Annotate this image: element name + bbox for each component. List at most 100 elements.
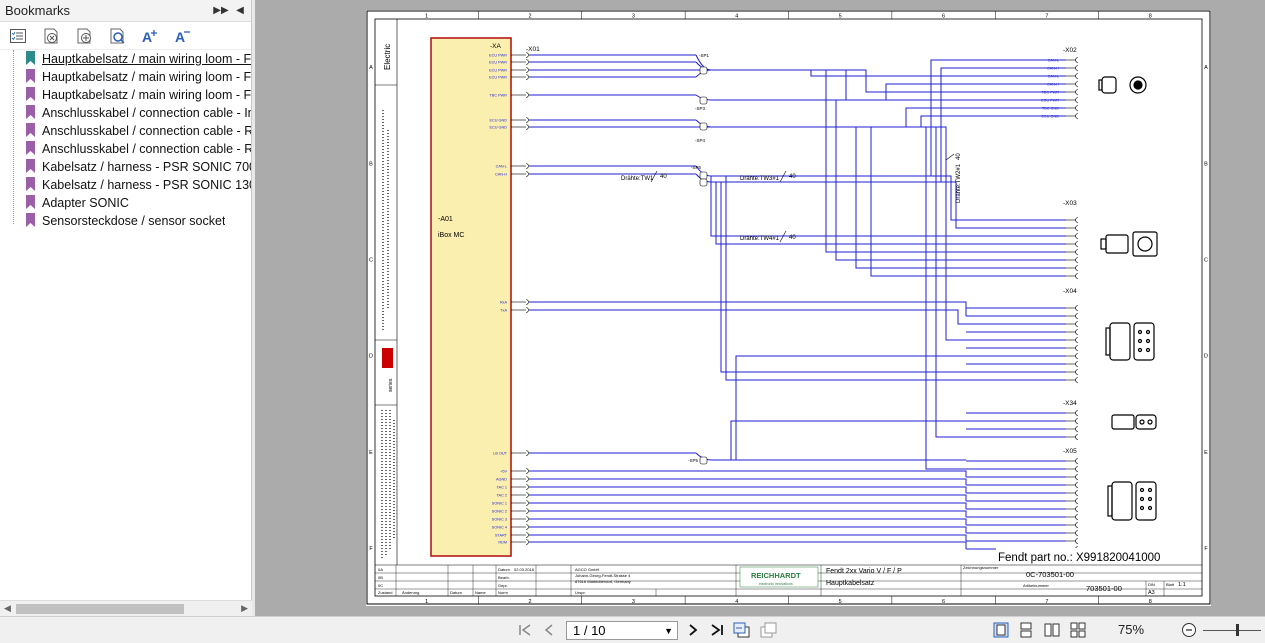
column-number: 6 <box>942 599 945 605</box>
splice-1: -SP1 <box>699 53 710 58</box>
go-back-view-icon[interactable] <box>733 621 751 639</box>
module-ref: -A01 <box>438 216 453 223</box>
single-page-view-icon[interactable] <box>992 621 1010 639</box>
new-bookmark-icon[interactable] <box>74 26 94 46</box>
plug-x01: -X01 <box>526 46 540 53</box>
column-number: 1 <box>425 599 428 605</box>
bookmark-icon <box>26 141 35 155</box>
first-page-button[interactable] <box>516 621 534 639</box>
xa-pin-label: TAC 2 <box>497 494 507 498</box>
decrease-text-size-icon[interactable]: A <box>173 26 193 46</box>
xa-pin-label: ECU GND <box>489 119 507 123</box>
next-page-button[interactable] <box>684 621 702 639</box>
continuous-facing-view-icon[interactable] <box>1069 621 1087 639</box>
column-number: 3 <box>632 14 635 20</box>
edit-label: Bearb. <box>498 575 510 580</box>
row-letter: B <box>369 161 373 167</box>
orig-label: Urspr. <box>575 590 586 595</box>
drawing-number: 0C-703501-00 <box>1026 570 1074 579</box>
facing-view-icon[interactable] <box>1043 621 1061 639</box>
bookmark-item[interactable]: Hauptkabelsatz / main wiring loom - FE <box>0 50 251 68</box>
bookmarks-horizontal-scrollbar[interactable]: ◀ ▶ <box>0 600 252 616</box>
xa-pin-label: SONIC 4 <box>492 526 507 530</box>
svg-text:A: A <box>175 29 185 44</box>
document-view[interactable]: 12345678 12345678 ABCDEF ABCDEF Electric… <box>256 0 1265 616</box>
zoom-slider[interactable] <box>1203 630 1261 631</box>
scroll-left-icon[interactable]: ◀ <box>4 603 11 614</box>
xa-pin-label: TxA <box>500 309 507 313</box>
date-label: Datum <box>498 567 510 572</box>
last-page-button[interactable] <box>708 621 726 639</box>
x02-pin-label: ECU PWR <box>1041 99 1059 103</box>
wire-label-tw2-count: 40 <box>956 153 962 160</box>
increase-text-size-icon[interactable]: A <box>140 26 160 46</box>
previous-page-button[interactable] <box>540 621 558 639</box>
find-bookmark-icon[interactable] <box>107 26 127 46</box>
x02-pin-label: CAN-L <box>1048 59 1059 63</box>
bookmark-item[interactable]: Anschlusskabel / connection cable - RT <box>0 122 251 140</box>
wire-label-tw1: Drähte:TW1 <box>621 176 654 182</box>
bookmark-icon <box>26 87 35 101</box>
x02-pin-label: ECU GND <box>1041 115 1059 119</box>
bookmarks-title: Bookmarks <box>5 3 71 18</box>
bookmark-item[interactable]: Adapter SONIC <box>0 194 251 212</box>
rev-a: 0A <box>378 567 383 572</box>
rev-b: 0B <box>378 575 383 580</box>
logo-text: REICHHARDT <box>751 571 801 580</box>
row-letter: E <box>369 450 373 456</box>
navigation-bar: 1 / 10 ▼ 75% <box>0 616 1265 643</box>
column-number: 5 <box>839 599 842 605</box>
xa-pin-label: TAC 1 <box>497 486 507 490</box>
column-number: 5 <box>839 14 842 20</box>
wire-label-tw3-count: 40 <box>789 174 796 180</box>
xa-pin-label: AGND <box>496 478 507 482</box>
bookmark-item[interactable]: Anschlusskabel / connection cable - In <box>0 104 251 122</box>
scrollbar-thumb[interactable] <box>16 604 184 614</box>
bookmark-options-icon[interactable] <box>8 26 28 46</box>
splice-3: -SP3 <box>695 106 706 111</box>
bookmark-label: Anschlusskabel / connection cable - RT <box>42 124 251 138</box>
bookmarks-toolbar: A A <box>0 22 251 50</box>
wire-label-tw3: Drähte:TW3#1 <box>740 176 780 182</box>
wire-label-tw4: Drähte:TW4#1 <box>740 236 780 242</box>
collapse-panel-icon[interactable]: ◀ <box>232 3 248 19</box>
expand-panel-icon[interactable]: ▶▶ <box>213 3 229 19</box>
panel-splitter[interactable] <box>252 0 255 616</box>
column-number: 2 <box>529 599 532 605</box>
delete-bookmark-icon[interactable] <box>41 26 61 46</box>
xa-pin-label: TBC PWR <box>489 94 507 98</box>
plug-x02: -X02 <box>1063 47 1077 54</box>
zoom-level[interactable]: 75% <box>1118 622 1144 637</box>
wire-label-tw2: Drähte:TW2#1 <box>956 163 962 203</box>
bookmark-item[interactable]: Sensorsteckdose / sensor socket <box>0 212 251 230</box>
plug-x04: -X04 <box>1063 288 1077 295</box>
pdf-page: 12345678 12345678 ABCDEF ABCDEF Electric… <box>366 10 1211 606</box>
bookmark-icon <box>26 123 35 137</box>
xa-pin-label: CAN-H <box>495 173 507 177</box>
bookmark-item[interactable]: Kabelsatz / harness - PSR SONIC 1300 <box>0 176 251 194</box>
module-plug: -XA <box>490 43 502 50</box>
zoom-out-icon[interactable] <box>1180 621 1198 639</box>
drawing-number-label: Zeichnungsnummer <box>963 565 999 570</box>
xa-pin-label: ECU PWR <box>489 61 507 65</box>
scroll-right-icon[interactable]: ▶ <box>241 603 248 614</box>
bookmark-item[interactable]: Kabelsatz / harness - PSR SONIC 700m <box>0 158 251 176</box>
xa-pin-label: SONIC 2 <box>492 510 507 514</box>
chevron-down-icon[interactable]: ▼ <box>664 626 673 636</box>
column-number: 6 <box>942 14 945 20</box>
page-number-field[interactable]: 1 / 10 ▼ <box>566 621 678 640</box>
bookmark-icon <box>26 213 35 227</box>
xa-pin-label: ECU PWR <box>489 69 507 73</box>
bookmark-item[interactable]: Hauptkabelsatz / main wiring loom - FE <box>0 68 251 86</box>
bookmark-item[interactable]: Anschlusskabel / connection cable - RC <box>0 140 251 158</box>
zoom-slider-thumb[interactable] <box>1236 624 1239 636</box>
column-number: 2 <box>529 14 532 20</box>
continuous-view-icon[interactable] <box>1017 621 1035 639</box>
row-letter: E <box>1204 450 1208 456</box>
go-forward-view-icon[interactable] <box>760 621 778 639</box>
wiring-schematic: 12345678 12345678 ABCDEF ABCDEF Electric… <box>366 10 1211 605</box>
splice-4: -SP4 <box>695 138 706 143</box>
bookmark-item[interactable]: Hauptkabelsatz / main wiring loom - FE <box>0 86 251 104</box>
row-letter: A <box>1204 65 1208 71</box>
bookmark-label: Kabelsatz / harness - PSR SONIC 700m <box>42 160 251 174</box>
